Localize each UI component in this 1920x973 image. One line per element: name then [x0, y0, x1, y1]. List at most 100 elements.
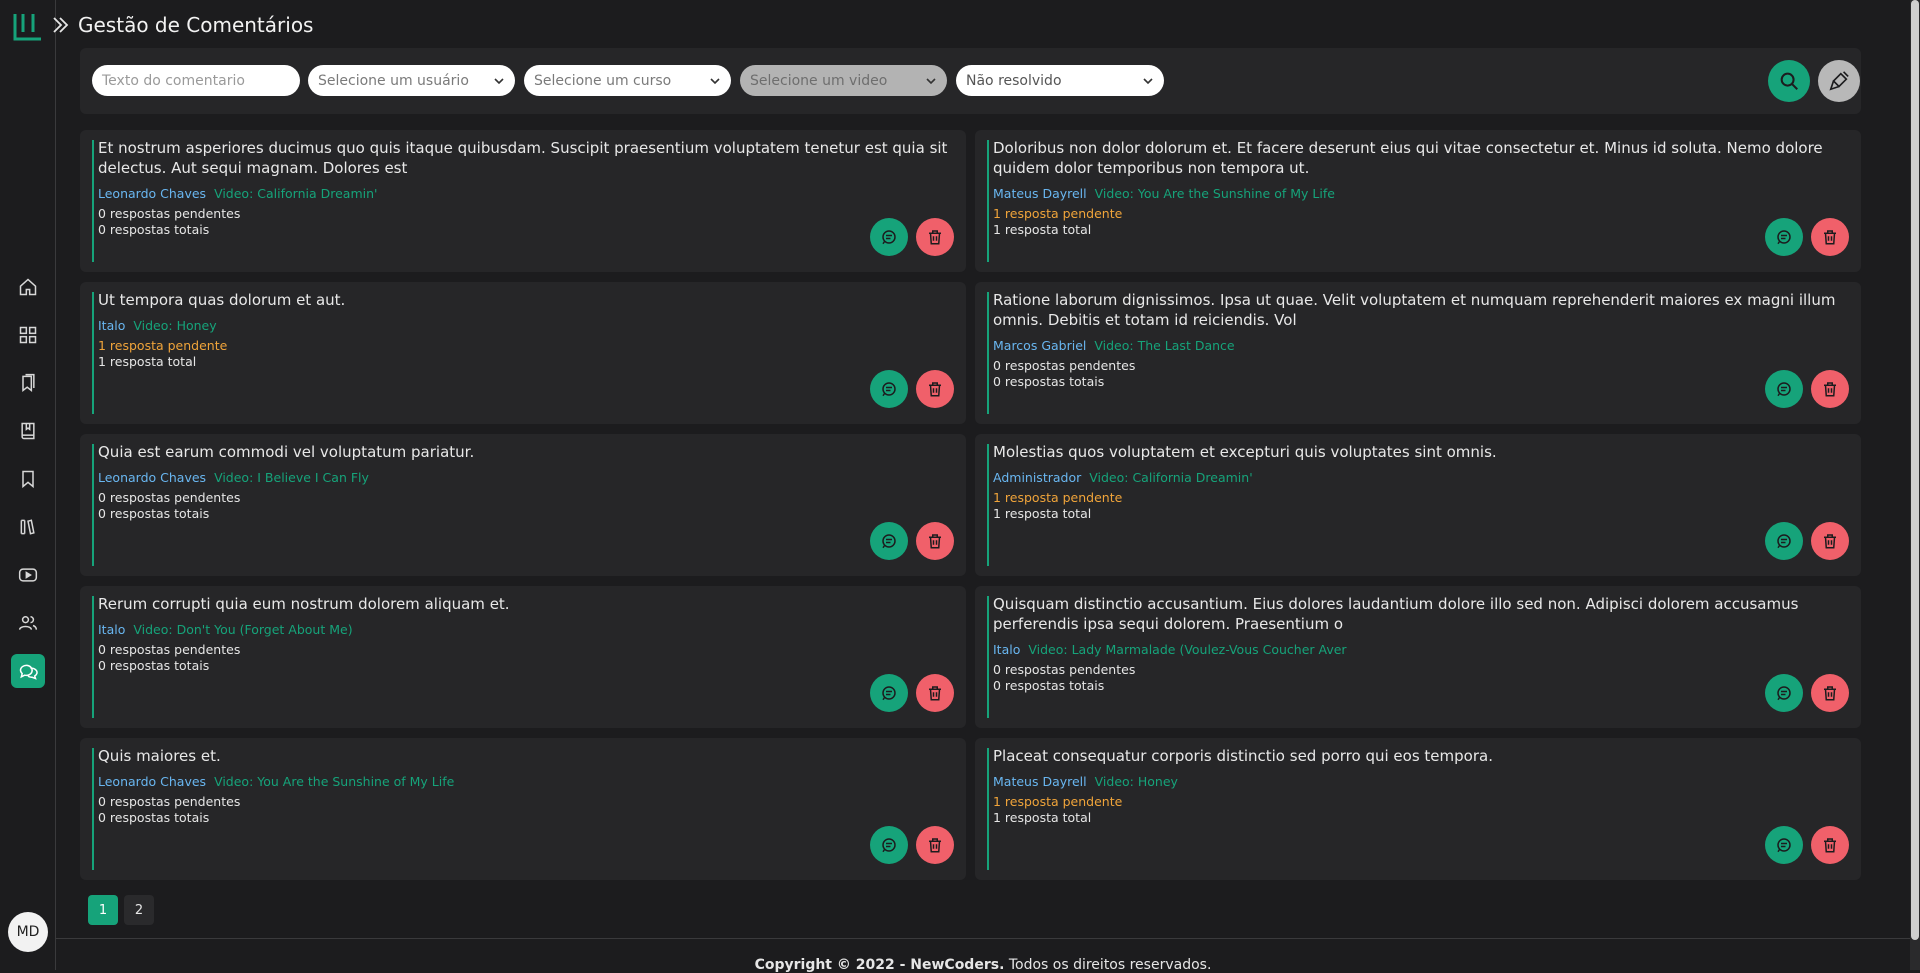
reply-button[interactable]	[870, 218, 908, 256]
trash-icon	[929, 230, 941, 245]
sidebar-item-users[interactable]	[11, 606, 45, 640]
chevron-down-icon	[926, 77, 936, 84]
comment-video[interactable]: Video: California Dreamin'	[214, 186, 377, 201]
brush-icon	[1829, 71, 1849, 91]
video-select[interactable]: Selecione um video	[740, 65, 947, 96]
clear-filters-button[interactable]	[1818, 60, 1860, 102]
avatar[interactable]: MD	[8, 912, 48, 952]
comment-meta: Marcos Gabriel Video: The Last Dance	[993, 338, 1235, 353]
card-accent-bar	[987, 444, 989, 566]
trash-icon	[1824, 838, 1836, 853]
total-replies: 0 respostas totais	[993, 374, 1105, 389]
course-select[interactable]: Selecione um curso	[524, 65, 731, 96]
reply-button[interactable]	[870, 826, 908, 864]
total-replies: 1 resposta total	[993, 222, 1092, 237]
comment-author[interactable]: Italo	[98, 622, 125, 637]
comment-meta: Administrador Video: California Dreamin'	[993, 470, 1253, 485]
comment-card: Doloribus non dolor dolorum et. Et facer…	[975, 130, 1861, 272]
message-icon	[882, 230, 896, 245]
sidebar-item-dashboard[interactable]	[11, 318, 45, 352]
sidebar-item-home[interactable]	[11, 270, 45, 304]
comment-video[interactable]: Video: California Dreamin'	[1089, 470, 1252, 485]
delete-button[interactable]	[916, 674, 954, 712]
trash-icon	[1824, 534, 1836, 549]
sidebar-item-books[interactable]	[11, 414, 45, 448]
reply-button[interactable]	[1765, 522, 1803, 560]
delete-button[interactable]	[916, 370, 954, 408]
scrollbar-thumb[interactable]	[1911, 0, 1919, 940]
delete-button[interactable]	[916, 522, 954, 560]
delete-button[interactable]	[1811, 674, 1849, 712]
delete-button[interactable]	[1811, 218, 1849, 256]
comment-video[interactable]: Video: You Are the Sunshine of My Life	[1095, 186, 1335, 201]
footer: Copyright © 2022 - NewCoders. Todos os d…	[56, 938, 1910, 973]
message-icon	[1777, 230, 1791, 245]
comment-author[interactable]: Italo	[98, 318, 125, 333]
page-button-2[interactable]: 2	[124, 895, 154, 925]
sidebar-item-library[interactable]	[11, 510, 45, 544]
reply-button[interactable]	[870, 522, 908, 560]
comment-author[interactable]: Italo	[993, 642, 1020, 657]
comment-author[interactable]: Leonardo Chaves	[98, 186, 206, 201]
reply-button[interactable]	[870, 370, 908, 408]
delete-button[interactable]	[1811, 826, 1849, 864]
comment-author[interactable]: Mateus Dayrell	[993, 774, 1087, 789]
trash-icon	[929, 534, 941, 549]
sidebar-item-courses[interactable]	[11, 366, 45, 400]
comment-author[interactable]: Leonardo Chaves	[98, 774, 206, 789]
total-replies: 0 respostas totais	[993, 678, 1105, 693]
comment-author[interactable]: Leonardo Chaves	[98, 470, 206, 485]
comment-video[interactable]: Video: You Are the Sunshine of My Life	[214, 774, 454, 789]
pending-replies: 0 respostas pendentes	[98, 490, 241, 505]
reply-button[interactable]	[1765, 826, 1803, 864]
page-title: Gestão de Comentários	[78, 13, 314, 37]
comment-card: Ut tempora quas dolorum et aut. Italo Vide…	[80, 282, 966, 424]
bookmark-icon	[22, 470, 34, 489]
page-button-1[interactable]: 1	[88, 895, 118, 925]
comment-text: Ut tempora quas dolorum et aut.	[98, 291, 346, 309]
video-select-value: Selecione um video	[750, 72, 888, 89]
comment-author[interactable]: Administrador	[993, 470, 1081, 485]
search-button[interactable]	[1768, 60, 1810, 102]
reply-button[interactable]	[1765, 370, 1803, 408]
reply-button[interactable]	[1765, 218, 1803, 256]
users-icon	[18, 616, 38, 630]
comment-video[interactable]: Video: Honey	[133, 318, 216, 333]
comment-video[interactable]: Video: Lady Marmalade (Voulez-Vous Couch…	[1028, 642, 1346, 657]
reply-button[interactable]	[870, 674, 908, 712]
comment-meta: Italo Video: Honey	[98, 318, 217, 333]
delete-button[interactable]	[916, 218, 954, 256]
reply-button[interactable]	[1765, 674, 1803, 712]
pending-replies: 1 resposta pendente	[993, 490, 1123, 505]
pending-replies: 1 resposta pendente	[993, 206, 1123, 221]
comment-meta: Leonardo Chaves Video: You Are the Sunshi…	[98, 774, 454, 789]
total-replies: 0 respostas totais	[98, 506, 210, 521]
total-replies: 0 respostas totais	[98, 658, 210, 673]
delete-button[interactable]	[1811, 370, 1849, 408]
comment-video[interactable]: Video: Don't You (Forget About Me)	[133, 622, 352, 637]
comment-video[interactable]: Video: I Believe I Can Fly	[214, 470, 369, 485]
filter-bar: Texto do comentario Selecione um usuário…	[80, 48, 1861, 114]
delete-button[interactable]	[916, 826, 954, 864]
delete-button[interactable]	[1811, 522, 1849, 560]
comment-author[interactable]: Mateus Dayrell	[993, 186, 1087, 201]
sidebar-item-saved[interactable]	[11, 462, 45, 496]
message-icon	[1777, 838, 1791, 853]
pending-replies: 1 resposta pendente	[98, 338, 228, 353]
pending-replies: 0 respostas pendentes	[98, 206, 241, 221]
footer-rights: Todos os direitos reservados.	[1004, 957, 1212, 973]
double-chevron-right-icon[interactable]	[50, 15, 70, 35]
comment-video[interactable]: Video: Honey	[1095, 774, 1178, 789]
comment-author[interactable]: Marcos Gabriel	[993, 338, 1086, 353]
comment-text-input[interactable]: Texto do comentario	[92, 65, 300, 96]
sidebar-item-videos[interactable]	[11, 558, 45, 592]
total-replies: 1 resposta total	[993, 506, 1092, 521]
sidebar: MD	[0, 0, 56, 970]
status-select[interactable]: Não resolvido	[956, 65, 1164, 96]
footer-copyright: Copyright © 2022 - NewCoders.	[754, 957, 1005, 973]
sidebar-item-comments[interactable]	[11, 654, 45, 688]
scrollbar[interactable]	[1910, 0, 1920, 970]
comment-video[interactable]: Video: The Last Dance	[1094, 338, 1234, 353]
user-select[interactable]: Selecione um usuário	[308, 65, 515, 96]
chevron-down-icon	[494, 77, 504, 84]
